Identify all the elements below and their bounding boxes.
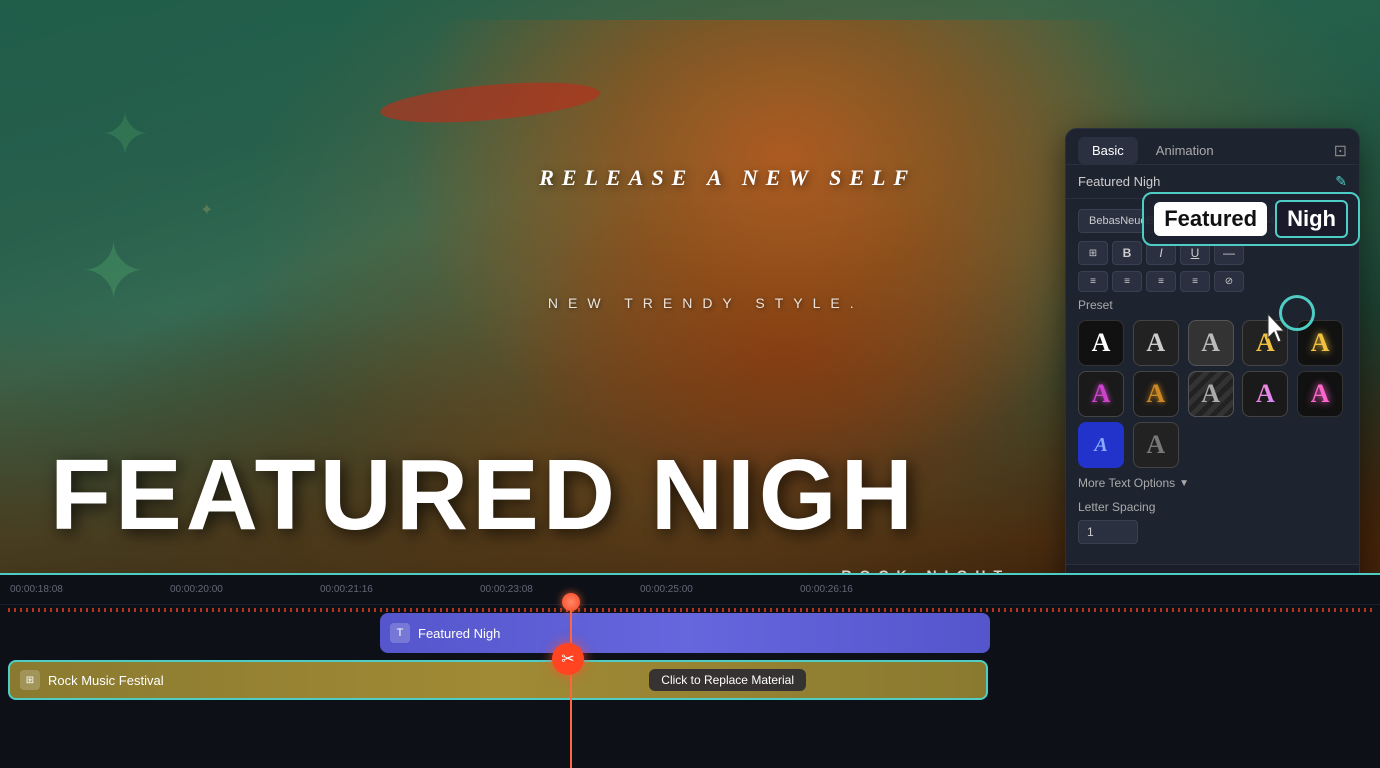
letter-spacing-label: Letter Spacing [1078, 500, 1347, 514]
video-text-release: RELEASE A NEW SELF [539, 165, 916, 191]
align-justify-btn[interactable]: ≡ [1180, 271, 1210, 292]
tab-basic[interactable]: Basic [1078, 137, 1138, 164]
preset-8[interactable]: A [1188, 371, 1234, 417]
video-text-featured: FEATURED NIGH [50, 438, 917, 553]
preset-9[interactable]: A [1242, 371, 1288, 417]
preset-label: Preset [1078, 298, 1347, 312]
track-featured-label: Featured Nigh [418, 626, 500, 641]
replace-material-button[interactable]: Click to Replace Material [649, 669, 806, 691]
save-icon[interactable]: ⊡ [1334, 141, 1347, 161]
cut-icon[interactable]: ✂ [552, 643, 584, 675]
format-row-2: ≡ ≡ ≡ ≡ ⊘ [1078, 271, 1347, 292]
preset-grid: A A A A A A A A A A A A [1078, 320, 1347, 468]
track-featured-nigh[interactable]: T Featured Nigh [380, 613, 990, 653]
track-rock-festival[interactable]: ⊞ Rock Music Festival Click to Replace M… [8, 660, 988, 700]
featured-nigh-bubble: Featured Nigh [1142, 192, 1360, 246]
timeline-inner: 00:00:18:08 00:00:20:00 00:00:21:16 00:0… [0, 575, 1380, 768]
preset-2[interactable]: A [1133, 320, 1179, 366]
tab-group: Basic Animation [1078, 137, 1228, 164]
preset-5[interactable]: A [1297, 320, 1343, 366]
more-options-arrow-icon: ▼ [1179, 478, 1189, 489]
panel-body: BebasNeueB 64 ✏ ⊞ B I U — ≡ ≡ ≡ ≡ ⊘ [1066, 199, 1359, 564]
track-area: T Featured Nigh ⊞ Rock Music Festival Cl… [0, 605, 1380, 768]
panel-tabs: Basic Animation ⊡ [1066, 129, 1359, 165]
time-tick-3: 00:00:21:16 [320, 584, 373, 595]
time-ruler: 00:00:18:08 00:00:20:00 00:00:21:16 00:0… [0, 575, 1380, 605]
timeline: 00:00:18:08 00:00:20:00 00:00:21:16 00:0… [0, 573, 1380, 768]
preset-3[interactable]: A [1188, 320, 1234, 366]
track-rock-icon: ⊞ [20, 670, 40, 690]
time-tick-1: 00:00:18:08 [10, 584, 63, 595]
timeline-progress-handle[interactable] [562, 593, 580, 611]
align-left-btn[interactable]: ≡ [1078, 271, 1108, 292]
preset-10[interactable]: A [1297, 371, 1343, 417]
time-tick-4: 00:00:23:08 [480, 584, 533, 595]
align-right-btn[interactable]: ≡ [1146, 271, 1176, 292]
preset-7[interactable]: A [1133, 371, 1179, 417]
preset-4[interactable]: A [1242, 320, 1288, 366]
align-center-btn[interactable]: ≡ [1112, 271, 1142, 292]
preset-12[interactable]: A [1133, 422, 1179, 468]
bold-btn[interactable]: B [1112, 241, 1142, 265]
time-tick-2: 00:00:20:00 [170, 584, 223, 595]
letter-spacing-input[interactable] [1078, 520, 1138, 544]
timeline-progress-line [570, 605, 572, 768]
tab-animation[interactable]: Animation [1142, 137, 1228, 164]
track-featured-icon: T [390, 623, 410, 643]
align-spread-btn[interactable]: ⊞ [1078, 241, 1108, 265]
featured-label: Featured [1154, 202, 1267, 236]
panel-header-title: Featured Nigh [1078, 174, 1160, 189]
video-text-trendy: NEW TRENDY STYLE. [548, 295, 864, 311]
edit-icon[interactable]: ✎ [1335, 173, 1347, 190]
preset-1[interactable]: A [1078, 320, 1124, 366]
nigh-label: Nigh [1275, 200, 1348, 238]
time-tick-5: 00:00:25:00 [640, 584, 693, 595]
more-options-label: More Text Options [1078, 476, 1175, 490]
text-vertical-btn[interactable]: ⊘ [1214, 271, 1244, 292]
preset-6[interactable]: A [1078, 371, 1124, 417]
time-tick-6: 00:00:26:16 [800, 584, 853, 595]
preset-11[interactable]: A [1078, 422, 1124, 468]
track-rock-label: Rock Music Festival [48, 673, 164, 688]
more-text-options[interactable]: More Text Options ▼ [1078, 476, 1347, 490]
